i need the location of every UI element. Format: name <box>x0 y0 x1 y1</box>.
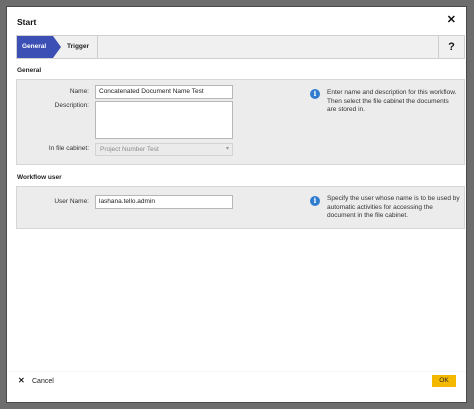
start-dialog: Start ✕ General Trigger ? General Name: … <box>6 6 467 403</box>
cancel-label: Cancel <box>32 378 54 385</box>
help-button[interactable]: ? <box>438 36 464 58</box>
cabinet-label: In file cabinet: <box>48 145 89 152</box>
user-name-input[interactable]: lashana.tello.admin <box>95 195 233 209</box>
close-icon[interactable]: ✕ <box>447 15 456 26</box>
info-icon: i <box>310 89 320 99</box>
tab-bar: General Trigger ? <box>16 35 465 59</box>
description-label: Description: <box>54 102 89 109</box>
name-label: Name: <box>69 88 89 95</box>
tab-trigger[interactable]: Trigger <box>61 36 99 58</box>
name-input[interactable]: Concatenated Document Name Test <box>95 85 233 99</box>
footer-divider <box>7 371 466 372</box>
general-panel: Name: Concatenated Document Name Test De… <box>16 79 465 165</box>
dialog-title: Start <box>17 17 37 27</box>
ok-button[interactable]: OK <box>432 375 456 387</box>
info-icon: i <box>310 196 320 206</box>
description-textarea[interactable] <box>95 101 233 139</box>
cabinet-select-value: Project Number Test <box>100 146 159 153</box>
general-section-title: General <box>17 67 42 74</box>
chevron-down-icon: ▾ <box>225 146 229 152</box>
cancel-button[interactable]: ✕ Cancel <box>18 376 54 385</box>
general-info-text: Enter name and description for this work… <box>327 89 457 113</box>
workflow-user-info-text: Specify the user whose name is to be use… <box>327 195 460 219</box>
tab-general[interactable]: General <box>17 36 61 58</box>
workflow-user-section-title: Workflow user <box>17 174 62 181</box>
title-bar: Start ✕ <box>7 7 466 35</box>
user-name-label: User Name: <box>54 198 89 205</box>
workflow-user-panel: User Name: lashana.tello.admin i Specify… <box>16 186 465 229</box>
cabinet-select[interactable]: Project Number Test ▾ <box>95 143 233 156</box>
close-icon: ✕ <box>18 376 25 385</box>
